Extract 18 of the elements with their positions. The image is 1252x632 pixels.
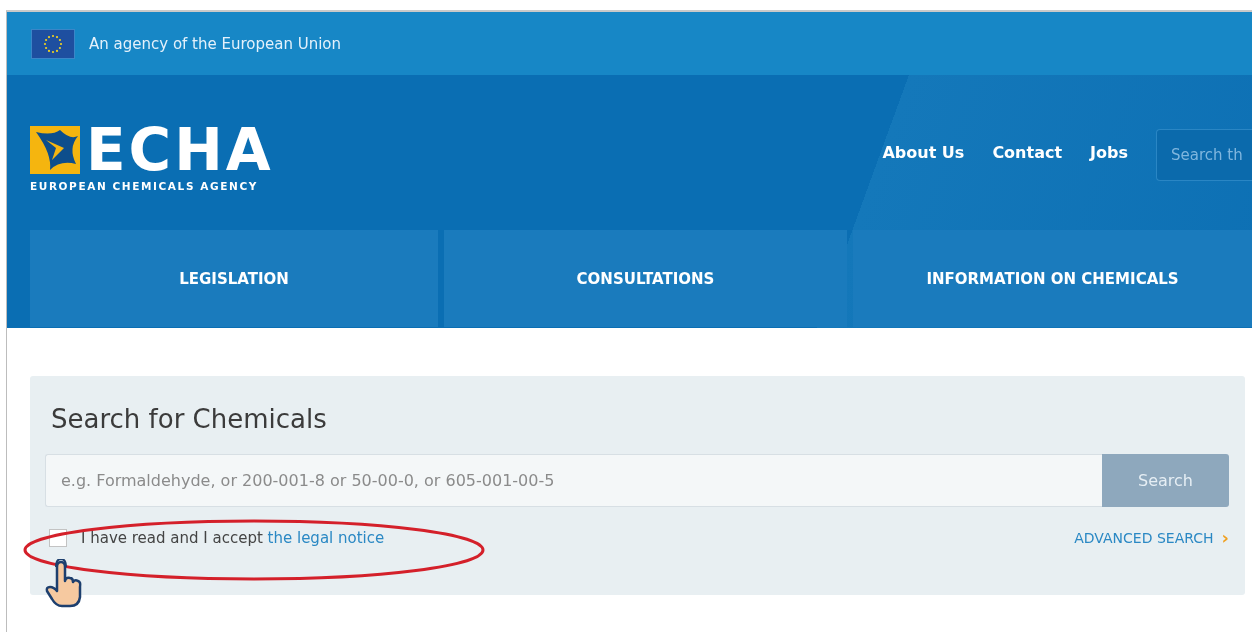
chevron-icon: › bbox=[1221, 529, 1229, 547]
header-link[interactable]: Contact bbox=[992, 143, 1063, 162]
nav-tile[interactable]: LEGISLATION bbox=[30, 230, 438, 327]
nav-tile[interactable]: CONSULTATIONS bbox=[444, 230, 847, 327]
nav-tile[interactable]: INFORMATION ON CHEMICALS bbox=[853, 230, 1252, 327]
header-link[interactable]: Jobs bbox=[1090, 143, 1128, 162]
agency-text: An agency of the European Union bbox=[89, 34, 342, 53]
logo-mark-icon bbox=[30, 125, 80, 174]
panel-title: Search for Chemicals bbox=[51, 404, 328, 434]
advanced-search-link[interactable]: ADVANCED SEARCH bbox=[1074, 530, 1214, 546]
legal-notice-link[interactable]: the legal notice bbox=[267, 529, 385, 547]
eu-flag-icon bbox=[31, 28, 75, 59]
header-link[interactable]: About Us bbox=[882, 143, 965, 162]
chemical-search-field[interactable]: e.g. Formaldehyde, or 200-001-8 or 50-00-0, or 605-001-00-5 bbox=[45, 454, 1102, 507]
logo-wordmark: ECHA bbox=[86, 123, 274, 176]
logo-subtitle: EUROPEAN CHEMICALS AGENCY bbox=[30, 179, 259, 192]
hand-cursor-icon bbox=[44, 559, 84, 609]
site-search-field[interactable]: Search th bbox=[1156, 128, 1252, 181]
